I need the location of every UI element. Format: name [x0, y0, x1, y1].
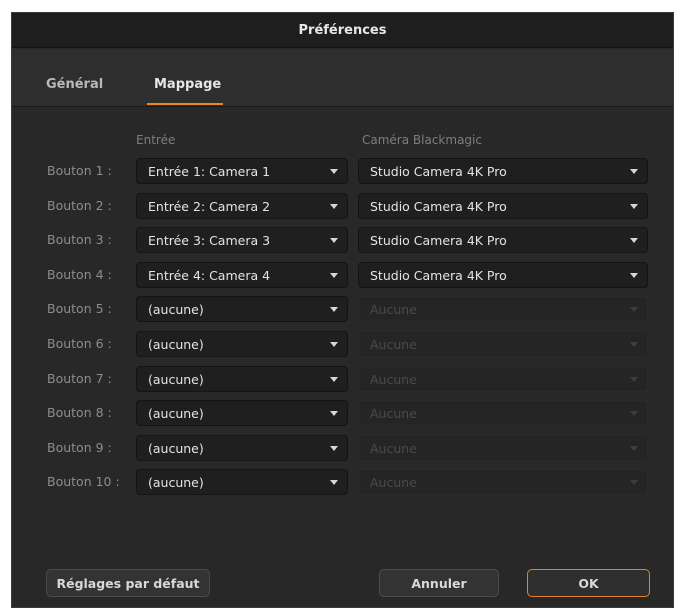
input-select[interactable]: (aucune) — [136, 296, 348, 322]
input-select-value: (aucune) — [148, 405, 204, 421]
camera-select[interactable]: Studio Camera 4K Pro — [358, 193, 648, 219]
chevron-down-icon — [330, 342, 338, 347]
camera-select-value: Aucune — [370, 405, 417, 421]
input-select[interactable]: Entrée 3: Camera 3 — [136, 227, 348, 253]
window-title: Préférences — [12, 13, 673, 48]
camera-select: Aucune — [358, 366, 648, 392]
camera-select: Aucune — [358, 296, 648, 322]
camera-select[interactable]: Studio Camera 4K Pro — [358, 262, 648, 288]
row-label: Bouton 3 : — [47, 232, 112, 247]
chevron-down-icon — [630, 238, 638, 243]
input-select-value: (aucune) — [148, 474, 204, 490]
input-select[interactable]: (aucune) — [136, 331, 348, 357]
chevron-down-icon — [630, 342, 638, 347]
row-label: Bouton 5 : — [47, 301, 112, 316]
input-select[interactable]: (aucune) — [136, 366, 348, 392]
input-select[interactable]: (aucune) — [136, 400, 348, 426]
chevron-down-icon — [630, 307, 638, 312]
camera-select-value: Studio Camera 4K Pro — [370, 267, 507, 283]
chevron-down-icon — [330, 169, 338, 174]
camera-select-value: Aucune — [370, 474, 417, 490]
camera-select-value: Aucune — [370, 336, 417, 352]
camera-select[interactable]: Studio Camera 4K Pro — [358, 158, 648, 184]
row-label: Bouton 2 : — [47, 198, 112, 213]
input-select[interactable]: (aucune) — [136, 469, 348, 495]
camera-select-value: Studio Camera 4K Pro — [370, 163, 507, 179]
input-select[interactable]: Entrée 2: Camera 2 — [136, 193, 348, 219]
row-label: Bouton 10 : — [47, 474, 120, 489]
camera-select-value: Aucune — [370, 440, 417, 456]
tab-general[interactable]: Général — [46, 77, 103, 92]
tab-bar: Général Mappage — [12, 49, 673, 107]
input-select[interactable]: (aucune) — [136, 435, 348, 461]
chevron-down-icon — [330, 238, 338, 243]
cancel-button[interactable]: Annuler — [379, 569, 499, 597]
input-select-value: Entrée 4: Camera 4 — [148, 267, 271, 283]
row-label: Bouton 8 : — [47, 405, 112, 420]
camera-select-value: Studio Camera 4K Pro — [370, 198, 507, 214]
input-select-value: (aucune) — [148, 301, 204, 317]
chevron-down-icon — [630, 169, 638, 174]
chevron-down-icon — [330, 204, 338, 209]
row-label: Bouton 6 : — [47, 336, 112, 351]
camera-select: Aucune — [358, 331, 648, 357]
tab-mapping[interactable]: Mappage — [154, 77, 221, 92]
ok-button[interactable]: OK — [527, 569, 650, 597]
input-select-value: (aucune) — [148, 440, 204, 456]
camera-select: Aucune — [358, 469, 648, 495]
chevron-down-icon — [330, 307, 338, 312]
chevron-down-icon — [630, 204, 638, 209]
camera-select-value: Studio Camera 4K Pro — [370, 232, 507, 248]
camera-select-value: Aucune — [370, 371, 417, 387]
chevron-down-icon — [330, 446, 338, 451]
input-select[interactable]: Entrée 4: Camera 4 — [136, 262, 348, 288]
chevron-down-icon — [630, 273, 638, 278]
default-settings-button[interactable]: Réglages par défaut — [46, 569, 210, 597]
row-label: Bouton 9 : — [47, 440, 112, 455]
input-select-value: Entrée 1: Camera 1 — [148, 163, 271, 179]
input-select-value: (aucune) — [148, 336, 204, 352]
input-select-value: Entrée 3: Camera 3 — [148, 232, 271, 248]
chevron-down-icon — [630, 446, 638, 451]
preferences-window: Préférences Général Mappage Entrée Camér… — [11, 12, 674, 608]
input-select-value: (aucune) — [148, 371, 204, 387]
chevron-down-icon — [330, 377, 338, 382]
camera-select-value: Aucune — [370, 301, 417, 317]
row-label: Bouton 1 : — [47, 163, 112, 178]
column-header-camera: Caméra Blackmagic — [362, 133, 482, 147]
row-label: Bouton 4 : — [47, 267, 112, 282]
chevron-down-icon — [630, 377, 638, 382]
input-select-value: Entrée 2: Camera 2 — [148, 198, 271, 214]
input-select[interactable]: Entrée 1: Camera 1 — [136, 158, 348, 184]
chevron-down-icon — [630, 411, 638, 416]
chevron-down-icon — [330, 480, 338, 485]
row-label: Bouton 7 : — [47, 371, 112, 386]
chevron-down-icon — [330, 411, 338, 416]
camera-select[interactable]: Studio Camera 4K Pro — [358, 227, 648, 253]
camera-select: Aucune — [358, 400, 648, 426]
column-header-input: Entrée — [136, 133, 176, 147]
chevron-down-icon — [330, 273, 338, 278]
chevron-down-icon — [630, 480, 638, 485]
active-tab-indicator — [147, 103, 223, 105]
camera-select: Aucune — [358, 435, 648, 461]
